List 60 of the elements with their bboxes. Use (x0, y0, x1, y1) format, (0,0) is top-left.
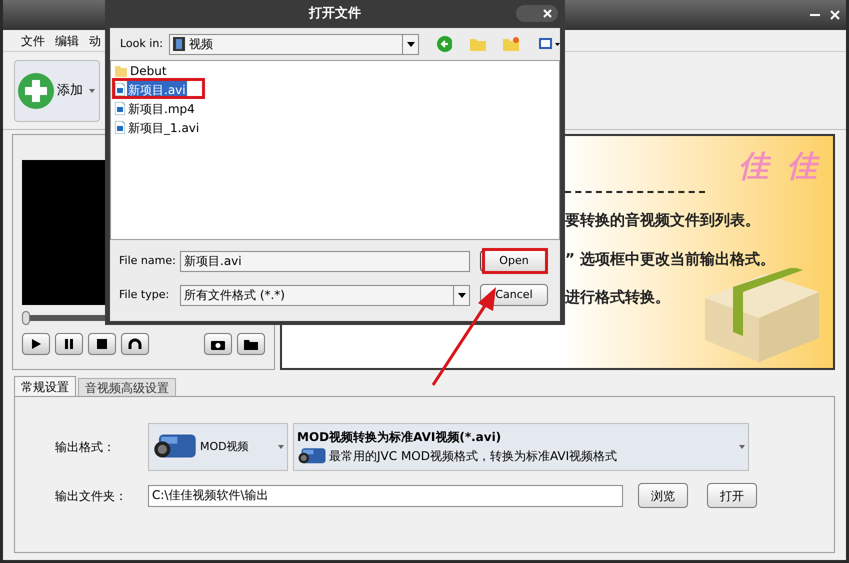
add-button[interactable]: 添加 (14, 60, 100, 122)
caret-icon (406, 42, 414, 46)
file-icon (115, 102, 125, 115)
banner-text: 进行格式转换。 (565, 287, 671, 308)
film-icon (172, 37, 185, 51)
tab[interactable]: 常规设置 (14, 376, 76, 396)
caret-icon (89, 88, 95, 92)
menu-item[interactable]: 文件 (21, 32, 45, 50)
file-name-field[interactable]: 新项目.avi (180, 250, 470, 272)
pause-button[interactable] (55, 333, 83, 355)
pause-icon (64, 339, 74, 349)
view-menu-icon[interactable] (538, 38, 560, 50)
close-icon (543, 9, 552, 18)
file-item[interactable]: 新项目_1.avi (127, 118, 200, 136)
file-item[interactable]: 新项目.mp4 (127, 100, 196, 118)
field-label: Look in: (120, 36, 164, 52)
look-in-dropdown[interactable]: 视频 (168, 34, 419, 54)
folder-icon (244, 338, 258, 350)
format-dropdown[interactable]: MOD视频转换为标准AVI视频(*.avi) 最常用的JVC MOD视频格式，转换为标准AVI视频格式 (293, 423, 749, 471)
close-button[interactable] (516, 5, 558, 22)
new-folder-icon[interactable] (503, 37, 519, 51)
banner-text: ” 选项框中更改当前输出格式。 (565, 248, 776, 270)
folder-icon (115, 64, 127, 76)
menu-item[interactable]: 动 (89, 32, 101, 50)
banner-text: 要转换的音视频文件到列表。 (565, 210, 761, 231)
plus-icon (17, 72, 55, 110)
file-icon (115, 121, 125, 134)
folder-button[interactable]: 浏览 (638, 483, 688, 508)
file-icon (115, 83, 125, 96)
seek-thumb[interactable] (22, 311, 30, 325)
dialog-title: 打开文件 (309, 4, 361, 24)
field-label: 输出格式： (55, 439, 116, 456)
caret-icon (458, 292, 466, 298)
path-field[interactable]: C:\佳佳视频软件\输出 (148, 484, 623, 506)
folder-button[interactable] (237, 333, 265, 355)
play-button[interactable] (22, 333, 50, 355)
field-label: 输出文件夹： (55, 488, 128, 504)
file-type-dropdown[interactable]: 所有文件格式 (*.*) (180, 284, 470, 306)
stop-icon (97, 339, 107, 349)
headphone-button[interactable] (121, 333, 149, 355)
headphone-icon (128, 338, 142, 350)
close-icon[interactable] (830, 10, 840, 20)
camcorder-icon (297, 446, 327, 466)
logo-text: 佳 佳 (738, 148, 821, 186)
field-label: File type: (119, 286, 170, 303)
menu-item[interactable]: 编辑 (55, 32, 79, 50)
stop-button[interactable] (88, 333, 116, 355)
field-label: File name: (119, 252, 177, 269)
highlight-box (482, 248, 548, 274)
back-icon[interactable] (436, 36, 452, 52)
snapshot-button[interactable] (204, 333, 232, 355)
profile-dropdown[interactable]: MOD视频 (148, 423, 288, 471)
file-item[interactable]: Debut (129, 62, 168, 80)
play-icon (31, 339, 41, 349)
caret-icon (739, 445, 745, 449)
folder-button[interactable]: 打开 (707, 483, 757, 508)
box-icon (703, 268, 821, 364)
tab[interactable]: 音视频高级设置 (78, 378, 176, 396)
caret-icon (278, 445, 284, 449)
camera-icon (211, 338, 225, 350)
